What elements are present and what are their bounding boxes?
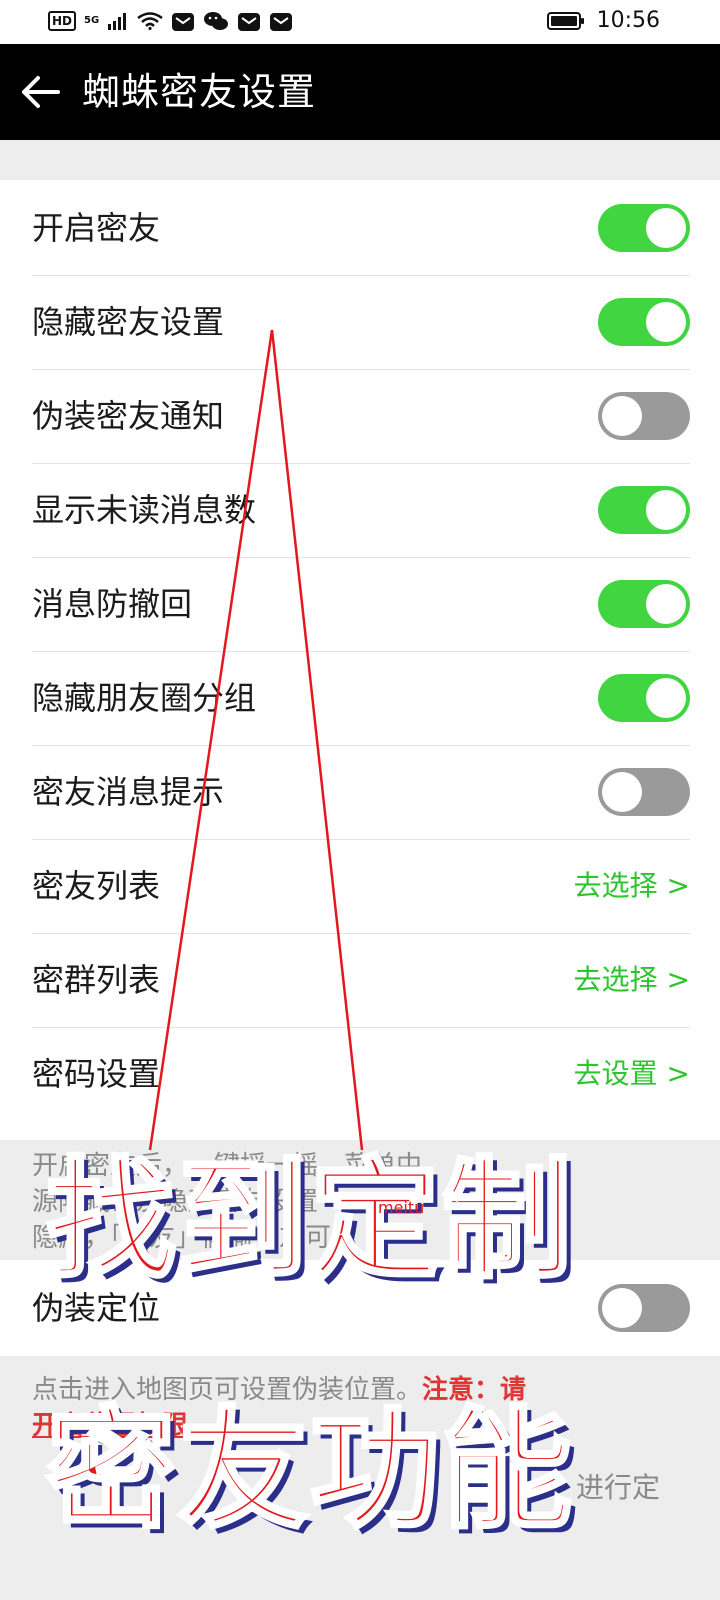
settings-row[interactable]: 密友消息提示 (0, 744, 720, 840)
overlay-caption-top: 找到定制 (44, 1144, 575, 1296)
settings-row-label: 显示未读消息数 (32, 491, 257, 529)
settings-toggle[interactable] (598, 298, 690, 346)
settings-row-label: 消息防撤回 (32, 585, 193, 623)
settings-row[interactable]: 开启密友 (0, 180, 720, 276)
status-right: 10:56 (546, 8, 660, 33)
settings-row-label: 隐藏朋友圈分组 (32, 679, 257, 717)
settings-list: 开启密友隐藏密友设置 伪装密友通知 显示未读消息数 消息防撤回隐藏朋友圈分组 密友消息提… (0, 180, 720, 1140)
settings-row[interactable]: 密码设置 去设置 > (0, 1026, 720, 1122)
toggle-knob (646, 678, 686, 718)
settings-row[interactable]: 伪装密友通知 (0, 368, 720, 464)
settings-row[interactable]: 密友列表 去选择 > (0, 838, 720, 934)
settings-row-label: 密码设置 (32, 1055, 161, 1093)
status-time: 10:56 (596, 8, 660, 33)
settings-row[interactable]: 密群列表 去选择 > (0, 932, 720, 1028)
settings-row-label: 隐藏密友设置 (32, 303, 225, 341)
wifi-icon (137, 12, 163, 30)
toggle-knob (646, 302, 686, 342)
mail-icon (171, 10, 195, 32)
mail-icon (269, 10, 293, 32)
fake-location-toggle[interactable] (598, 1284, 690, 1332)
settings-row[interactable]: 隐藏朋友圈分组 (0, 650, 720, 746)
settings-toggle[interactable] (598, 392, 690, 440)
network-type: 5G (84, 15, 100, 26)
settings-row-label: 密友消息提示 (32, 773, 225, 811)
overlay-caption-bottom: 密友功能 (44, 1394, 575, 1546)
mail-icon (237, 10, 261, 32)
wechat-icon (203, 10, 229, 32)
toggle-knob (646, 490, 686, 530)
page-title: 蜘蛛密友设置 (82, 70, 317, 114)
settings-row[interactable]: 显示未读消息数 (0, 462, 720, 558)
settings-toggle[interactable] (598, 580, 690, 628)
settings-toggle[interactable] (598, 768, 690, 816)
settings-row-action-link[interactable]: 去选择 > (574, 932, 690, 1028)
toggle-knob (602, 772, 642, 812)
settings-row-label: 开启密友 (32, 209, 161, 247)
settings-row[interactable]: 隐藏密友设置 (0, 274, 720, 370)
settings-row[interactable]: 消息防撤回 (0, 556, 720, 652)
toggle-knob (602, 1288, 642, 1328)
settings-row-label: 伪装密友通知 (32, 397, 225, 435)
status-left: HD 5G (48, 10, 293, 32)
settings-toggle[interactable] (598, 486, 690, 534)
settings-toggle[interactable] (598, 204, 690, 252)
locate-button[interactable]: 进行定 (576, 1466, 660, 1506)
settings-row-action-link[interactable]: 去设置 > (574, 1026, 690, 1122)
watermark-text: meitu (378, 1198, 425, 1217)
toggle-knob (646, 584, 686, 624)
battery-icon (546, 11, 585, 31)
back-button[interactable] (18, 70, 62, 114)
settings-row-action-link[interactable]: 去选择 > (574, 838, 690, 934)
toggle-knob (646, 208, 686, 248)
arrow-left-icon (22, 76, 60, 108)
settings-row-label: 密友列表 (32, 867, 161, 905)
settings-toggle[interactable] (598, 674, 690, 722)
hd-badge: HD (48, 11, 77, 31)
settings-row-label: 密群列表 (32, 961, 161, 999)
app-header: 蜘蛛密友设置 (0, 44, 720, 140)
toggle-knob (602, 396, 642, 436)
signal-icon (107, 12, 129, 30)
status-bar: HD 5G 10:56 (0, 0, 720, 44)
